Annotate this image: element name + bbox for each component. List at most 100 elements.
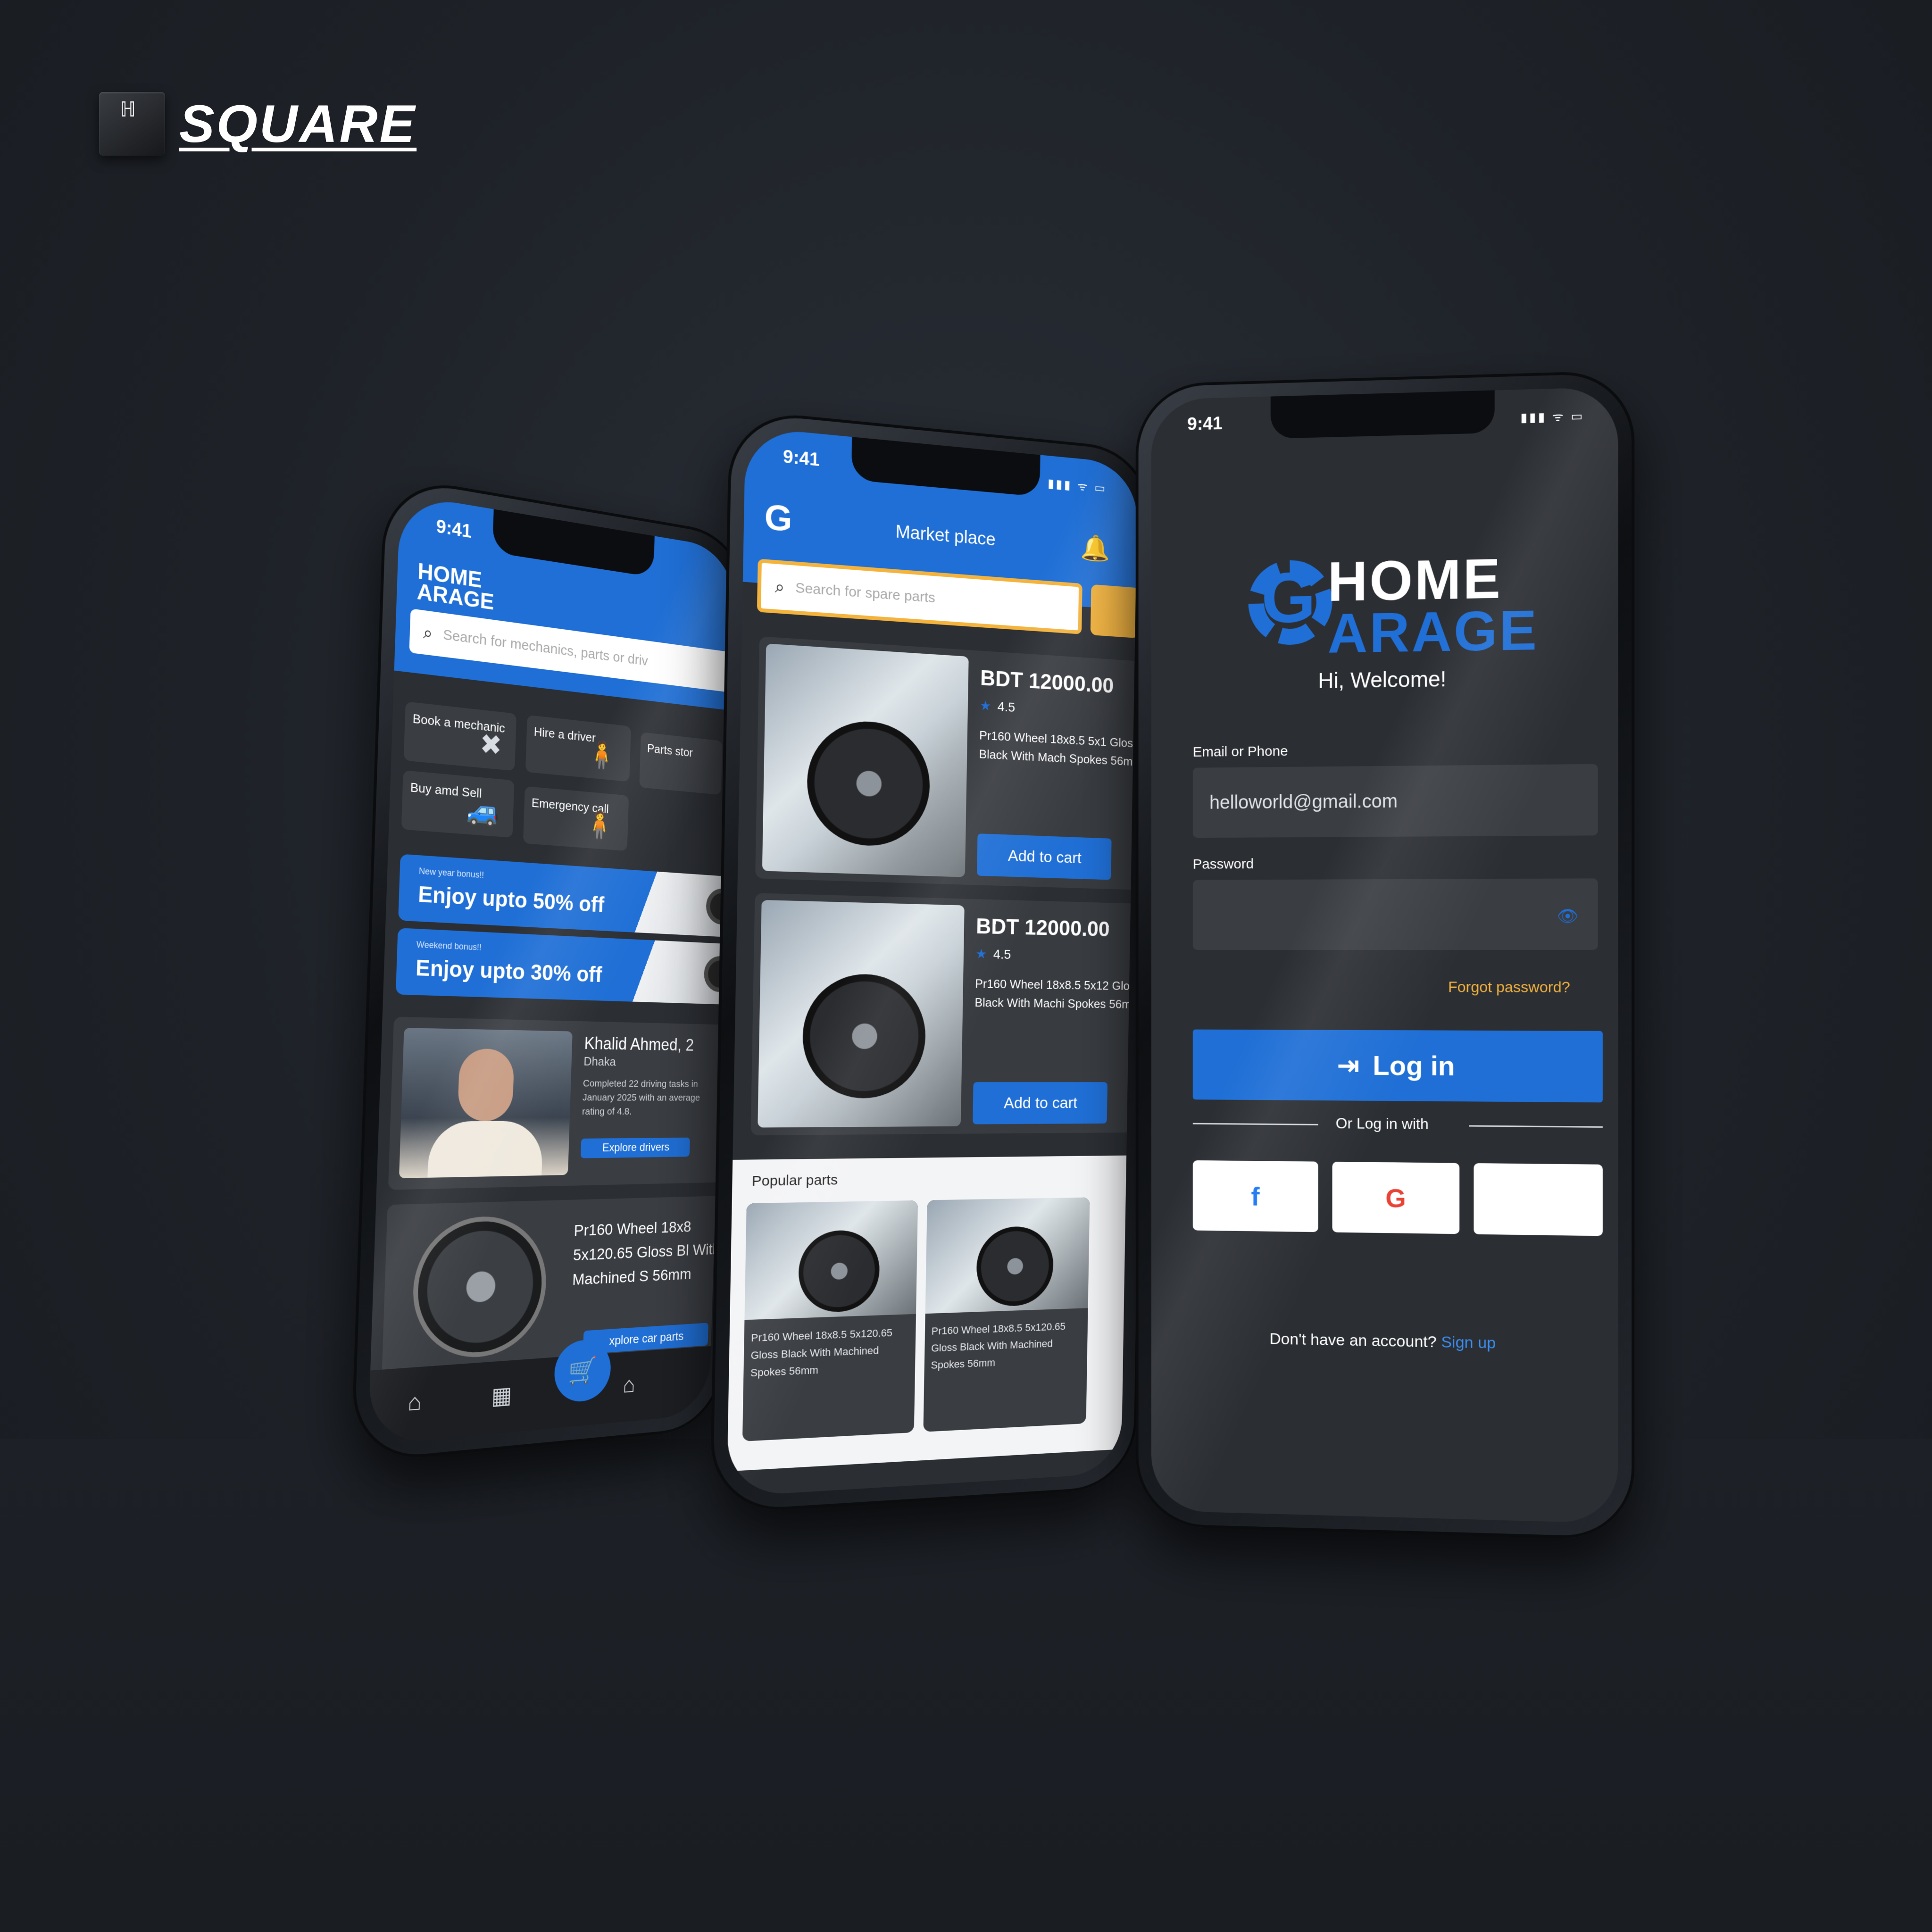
- password-label: Password: [1193, 856, 1254, 872]
- promo-main: Enjoy upto 30% off: [415, 954, 602, 987]
- tire-image: [802, 973, 927, 1098]
- status-time: 9:41: [1187, 414, 1223, 435]
- product-image: [758, 900, 965, 1128]
- filter-button[interactable]: [1091, 584, 1138, 638]
- search-icon: ⌕: [774, 576, 784, 598]
- logo-g: G: [1261, 557, 1316, 639]
- email-field[interactable]: helloworld@gmail.com: [1193, 764, 1598, 838]
- status-icons: ▮▮▮ ᯤ ▭: [1521, 407, 1585, 425]
- wrench-icon: ✖: [479, 727, 502, 762]
- email-label: Email or Phone: [1193, 743, 1288, 760]
- phone-marketplace: 9:41 ▮▮▮ ᯤ ▭ G Market place 🔔 ⌕ Search f…: [710, 408, 1153, 1514]
- page-title: Market place: [744, 509, 1137, 561]
- star-icon: ★: [980, 698, 991, 713]
- car-icon: 🚙: [466, 793, 500, 829]
- login-label: Log in: [1373, 1049, 1455, 1082]
- notch: [1271, 390, 1495, 439]
- tile-label: Parts stor: [647, 741, 693, 759]
- part-description: Pr160 Wheel 18x8.5 5x120.65 Gloss Black …: [750, 1324, 908, 1382]
- password-field[interactable]: 👁: [1193, 878, 1598, 950]
- calendar-icon[interactable]: ▦: [491, 1382, 512, 1410]
- promo-sub: Weekend bonus!!: [416, 940, 482, 953]
- star-icon: ★: [975, 947, 987, 961]
- login-button[interactable]: ⇥ Log in: [1193, 1030, 1603, 1103]
- brand-key-icon: ℍ: [99, 92, 165, 156]
- rating-value: 4.5: [998, 699, 1016, 715]
- tile-hire-driver[interactable]: Hire a driver 🧍: [525, 715, 631, 782]
- promo-sub: New year bonus!!: [419, 866, 484, 881]
- rating-value: 4.5: [993, 947, 1011, 961]
- part-image: [744, 1200, 918, 1320]
- bell-icon[interactable]: 🔔: [1081, 533, 1111, 564]
- home-screen: 9:41 HOME ARAGE ⌕ Search for mechanics, …: [368, 493, 736, 1445]
- avatar: [399, 1028, 573, 1178]
- product-image: [762, 643, 969, 877]
- product-description: Pr160 Wheel 18x8.5 5x12 Gloss Black With…: [974, 974, 1138, 1013]
- product-price: BDT 12000.00: [980, 665, 1114, 698]
- login-icon: ⇥: [1337, 1049, 1359, 1082]
- driver-name: Khalid Ahmed, 2: [584, 1033, 694, 1055]
- popular-part-card[interactable]: Pr160 Wheel 18x8.5 5x120.65 Gloss Black …: [742, 1200, 918, 1441]
- app-logo: HOME ARAGE: [416, 560, 495, 612]
- login-screen: 9:41 ▮▮▮ ᯤ ▭ G HOME ARAGE Hi, Welcome! E…: [1151, 387, 1618, 1524]
- search-placeholder: Search for spare parts: [795, 580, 935, 606]
- part-image: [925, 1197, 1090, 1314]
- brand-logo: ℍ SQUARE: [99, 92, 416, 156]
- floor-background: [0, 1439, 1932, 1932]
- email-value: helloworld@gmail.com: [1209, 791, 1398, 813]
- product-description: Pr160 Wheel 18x8.5 5x1 Gloss Black With …: [979, 726, 1138, 772]
- promo-main: Enjoy upto 50% off: [418, 881, 605, 917]
- product-card[interactable]: BDT 12000.00 ★ 4.5 Pr160 Wheel 18x8.5 5x1…: [751, 893, 1138, 1135]
- facebook-icon: f: [1251, 1181, 1259, 1211]
- section-title: Popular parts: [752, 1172, 838, 1190]
- home-icon[interactable]: ⌂: [407, 1388, 422, 1416]
- signup-prompt: Don't have an account? Sign up: [1151, 1328, 1618, 1355]
- garage-icon[interactable]: ⌂: [622, 1372, 635, 1398]
- promo-banner-weekend[interactable]: Weekend bonus!! Enjoy upto 30% off: [396, 928, 736, 1005]
- person-icon: 🧍: [584, 808, 616, 842]
- driver-card: Khalid Ahmed, 2 Dhaka Completed 22 drivi…: [388, 1016, 736, 1190]
- search-icon: ⌕: [423, 622, 433, 644]
- brand-name: SQUARE: [179, 93, 416, 154]
- logo-line2: ARAGE: [1328, 598, 1539, 666]
- avatar-head: [458, 1049, 515, 1121]
- forgot-password-link[interactable]: Forgot password?: [1448, 978, 1570, 996]
- tire-image: [976, 1226, 1054, 1307]
- part-description: Pr160 Wheel 18x8.5 5x120.65 Gloss Black …: [931, 1317, 1081, 1374]
- explore-drivers-button[interactable]: Explore drivers: [581, 1138, 690, 1158]
- tile-buy-sell[interactable]: Buy amd Sell 🚙: [401, 770, 515, 838]
- signup-link[interactable]: Sign up: [1441, 1333, 1496, 1352]
- popular-parts-section: Popular parts Pr160 Wheel 18x8.5 5x120.6…: [727, 1156, 1126, 1472]
- google-login-button[interactable]: G: [1332, 1162, 1460, 1234]
- phone-home: 9:41 HOME ARAGE ⌕ Search for mechanics, …: [350, 474, 749, 1464]
- app-logo: G HOME ARAGE: [1249, 547, 1493, 674]
- add-to-cart-button[interactable]: Add to cart: [973, 1082, 1108, 1124]
- avatar-body: [427, 1121, 543, 1178]
- apple-login-button[interactable]: [1474, 1163, 1603, 1236]
- google-icon: G: [1385, 1183, 1406, 1214]
- popular-part-card[interactable]: Pr160 Wheel 18x8.5 5x120.65 Gloss Black …: [923, 1197, 1090, 1432]
- driver-location: Dhaka: [583, 1054, 616, 1069]
- wheel-image: [411, 1215, 548, 1362]
- status-time: 9:41: [783, 447, 820, 471]
- phone-login: 9:41 ▮▮▮ ᯤ ▭ G HOME ARAGE Hi, Welcome! E…: [1136, 370, 1635, 1541]
- tile-parts-store[interactable]: Parts stor: [639, 732, 722, 795]
- product-card[interactable]: BDT 12000.00 ★ 4.5 Pr160 Wheel 18x8.5 5x1…: [755, 636, 1138, 890]
- welcome-heading: Hi, Welcome!: [1151, 664, 1618, 695]
- tile-emergency-call[interactable]: Emergency call 🧍: [523, 786, 629, 851]
- cart-icon: 🛒: [568, 1355, 598, 1386]
- part-title: Pr160 Wheel 18x8 5x120.65 Gloss Bl With …: [572, 1213, 736, 1292]
- tire-image: [798, 1230, 880, 1313]
- market-screen: 9:41 ▮▮▮ ᯤ ▭ G Market place 🔔 ⌕ Search f…: [727, 427, 1138, 1497]
- product-price: BDT 12000.00: [976, 913, 1110, 941]
- driver-description: Completed 22 driving tasks in January 20…: [582, 1077, 708, 1119]
- facebook-login-button[interactable]: f: [1193, 1160, 1318, 1232]
- product-rating: ★ 4.5: [980, 698, 1016, 715]
- promo-banner-newyear[interactable]: New year bonus!! Enjoy upto 50% off: [398, 854, 735, 938]
- add-to-cart-button[interactable]: Add to cart: [977, 833, 1112, 880]
- eye-icon[interactable]: 👁: [1557, 906, 1579, 926]
- driver-icon: 🧍: [586, 738, 618, 773]
- product-rating: ★ 4.5: [975, 946, 1011, 962]
- signup-prompt-text: Don't have an account?: [1269, 1330, 1436, 1351]
- tile-book-mechanic[interactable]: Book a mechanic ✖: [404, 701, 516, 771]
